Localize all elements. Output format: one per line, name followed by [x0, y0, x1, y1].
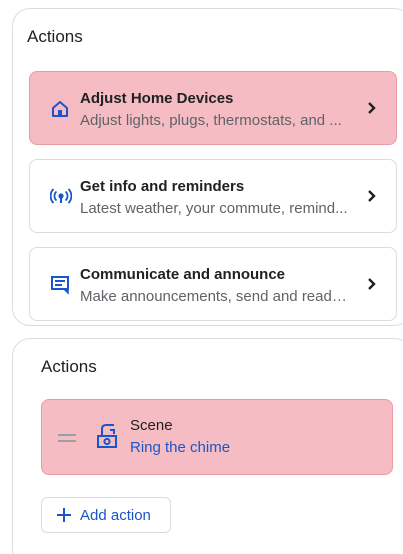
- chevron-right-icon: [366, 276, 378, 292]
- scene-subtitle: Ring the chime: [130, 439, 231, 456]
- panel-title: Actions: [27, 27, 83, 46]
- action-card-communicate-announce[interactable]: Communicate and announce Make announceme…: [29, 247, 397, 321]
- panel-title: Actions: [41, 357, 97, 376]
- announce-icon: [50, 275, 70, 295]
- drag-handle-icon[interactable]: [58, 431, 76, 443]
- scene-title: Scene: [130, 417, 173, 434]
- scene-action-card[interactable]: Scene Ring the chime: [41, 399, 393, 475]
- actions-panel-bottom: Actions Scene Ring the chime Add action: [12, 338, 403, 554]
- scene-icon: [94, 422, 120, 450]
- card-subtitle: Latest weather, your commute, remind...: [80, 200, 348, 217]
- card-subtitle: Adjust lights, plugs, thermostats, and .…: [80, 112, 342, 129]
- card-title: Get info and reminders: [80, 178, 245, 195]
- card-title: Adjust Home Devices: [80, 90, 234, 107]
- chevron-right-icon: [366, 100, 378, 116]
- broadcast-icon: [49, 187, 73, 207]
- card-title: Communicate and announce: [80, 266, 286, 283]
- add-action-label: Add action: [80, 507, 151, 524]
- page: Actions Adjust Home Devices Adjust light…: [0, 0, 403, 554]
- home-icon: [50, 99, 70, 119]
- chevron-right-icon: [366, 188, 378, 204]
- action-card-adjust-home-devices[interactable]: Adjust Home Devices Adjust lights, plugs…: [29, 71, 397, 145]
- add-action-button[interactable]: Add action: [41, 497, 171, 533]
- card-subtitle: Make announcements, send and read t...: [80, 288, 348, 305]
- plus-icon: [56, 507, 72, 523]
- actions-panel-top: Actions Adjust Home Devices Adjust light…: [12, 8, 403, 326]
- action-card-get-info-reminders[interactable]: Get info and reminders Latest weather, y…: [29, 159, 397, 233]
